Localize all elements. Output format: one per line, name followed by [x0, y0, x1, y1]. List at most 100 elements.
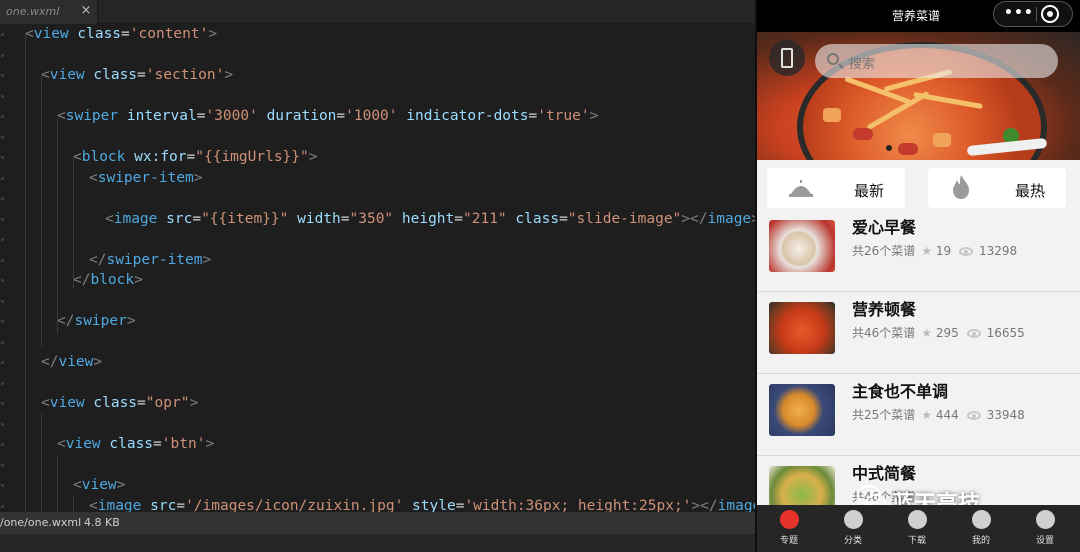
- code-line[interactable]: <view class='btn'>: [57, 434, 214, 454]
- code-line[interactable]: <block wx:for="{{imgUrls}}">: [73, 147, 317, 167]
- flame-icon: [953, 175, 969, 199]
- search-icon: [844, 510, 863, 529]
- dome-icon: [789, 180, 813, 197]
- category-title: 中式简餐: [852, 464, 917, 483]
- tab-categories[interactable]: 分类: [821, 505, 885, 552]
- list-item[interactable]: 主食也不单调 共25个菜谱 ★ 444 33948: [757, 374, 1080, 456]
- line-marker: [1, 504, 4, 508]
- tab-label: 我的: [971, 536, 990, 546]
- view-count: 33948: [986, 408, 1025, 422]
- eye-icon: [959, 247, 974, 256]
- tab-label: 分类: [843, 536, 862, 546]
- line-marker: [1, 156, 4, 159]
- capsule-divider: [1036, 7, 1037, 22]
- line-marker: [1, 94, 4, 98]
- category-title: 爱心早餐: [852, 218, 917, 237]
- search-placeholder: 搜索: [849, 57, 876, 72]
- star-count: 19: [935, 244, 952, 258]
- home-icon: [780, 510, 799, 529]
- indent-guide: [41, 414, 42, 512]
- search-input[interactable]: 搜索: [815, 44, 1058, 78]
- tab-label: 专题: [779, 536, 798, 546]
- code-area[interactable]: <view class='content'> <view class='secti…: [0, 24, 755, 512]
- soup-thumbnail: [769, 302, 835, 354]
- star-count: 444: [935, 408, 959, 422]
- recipe-count: 共25个菜谱: [852, 408, 916, 422]
- indent-guide: [57, 118, 58, 334]
- star-icon: ★: [921, 326, 933, 340]
- line-marker: [1, 217, 4, 221]
- tab-label: 最热: [1015, 182, 1046, 200]
- line-marker: [1, 279, 4, 282]
- banner-swiper[interactable]: 搜索: [757, 32, 1080, 160]
- bottom-panel-strip: [0, 534, 755, 552]
- phone-simulator: 营养菜谱 ••• 搜索 最新 最热 爱心早餐 共26个菜谱 ★ 19 13298…: [757, 0, 1080, 552]
- editor-tab-bar: one.wxml ×: [0, 0, 755, 24]
- tab-label: 下载: [907, 536, 926, 546]
- close-icon[interactable]: ×: [80, 3, 92, 19]
- line-marker: [1, 422, 4, 426]
- code-line[interactable]: <view class="opr">: [41, 393, 198, 413]
- line-marker: [1, 176, 4, 180]
- code-line[interactable]: </view>: [41, 352, 102, 372]
- star-icon: ★: [921, 244, 933, 258]
- code-line[interactable]: </swiper>: [57, 311, 136, 331]
- breakfast-thumbnail: [769, 220, 835, 272]
- tab-label: 设置: [1035, 536, 1054, 546]
- star-icon: ★: [921, 408, 933, 422]
- tab-one-wxml[interactable]: one.wxml ×: [0, 0, 98, 24]
- line-marker: [1, 320, 4, 323]
- line-marker: [1, 381, 4, 385]
- user-icon: [972, 510, 991, 529]
- list-item[interactable]: 营养顿餐 共46个菜谱 ★ 295 16655: [757, 292, 1080, 374]
- tab-topics[interactable]: 专题: [757, 505, 821, 552]
- line-marker: [1, 340, 4, 344]
- recipe-count: 共46个菜谱: [852, 326, 916, 340]
- tab-filename: one.wxml: [6, 5, 60, 18]
- line-marker: [1, 135, 4, 139]
- indent-guide: [73, 496, 74, 512]
- tab-hottest[interactable]: 最热: [928, 168, 1066, 208]
- code-line[interactable]: </block>: [73, 270, 143, 290]
- code-line[interactable]: <swiper-item>: [89, 168, 203, 188]
- target-icon[interactable]: [1041, 5, 1059, 23]
- category-meta: 共46个菜谱 ★ 295 16655: [852, 324, 1025, 341]
- list-item[interactable]: 爱心早餐 共26个菜谱 ★ 19 13298: [757, 210, 1080, 292]
- search-icon: [827, 53, 839, 65]
- indent-guide: [41, 76, 42, 346]
- tab-label: 最新: [854, 182, 885, 200]
- indent-guide: [25, 34, 26, 512]
- category-title: 营养顿餐: [852, 300, 917, 319]
- code-line[interactable]: <swiper interval='3000' duration='1000' …: [57, 106, 598, 126]
- status-bar: /one/one.wxml 4.8 KB: [0, 512, 755, 534]
- line-marker: [1, 258, 4, 262]
- tab-mine[interactable]: 我的: [949, 505, 1013, 552]
- line-marker: [1, 197, 4, 200]
- code-line[interactable]: <image src="{{item}}" width="350" height…: [105, 209, 755, 229]
- category-meta: 共25个菜谱 ★ 444 33948: [852, 406, 1025, 423]
- code-line[interactable]: </swiper-item>: [89, 250, 211, 270]
- code-line[interactable]: <view class='content'>: [25, 24, 217, 44]
- phone-icon[interactable]: [769, 40, 805, 76]
- tab-download[interactable]: 下载: [885, 505, 949, 552]
- tab-settings[interactable]: 设置: [1013, 505, 1077, 552]
- chat-icon: [1036, 510, 1055, 529]
- code-line[interactable]: <image src='/images/icon/zuixin.jpg' sty…: [89, 496, 755, 513]
- line-marker: [1, 299, 4, 303]
- line-marker: [1, 463, 4, 467]
- more-icon[interactable]: •••: [1004, 5, 1034, 21]
- code-line[interactable]: <view>: [73, 475, 125, 495]
- recipe-count: 共26个菜谱: [852, 244, 916, 258]
- bottom-tab-bar: 专题 分类 下载 我的 设置: [757, 505, 1080, 552]
- line-marker: [1, 361, 4, 364]
- eye-icon: [966, 329, 981, 338]
- tab-newest[interactable]: 最新: [767, 168, 905, 208]
- line-marker: [1, 484, 4, 487]
- file-path: /one/one.wxml: [0, 516, 82, 529]
- indicator-dot-active[interactable]: [886, 145, 892, 151]
- line-marker: [1, 238, 4, 241]
- code-editor[interactable]: one.wxml × <view class='content'> <view c…: [0, 0, 755, 552]
- eye-icon: [966, 411, 981, 420]
- file-size: 4.8 KB: [84, 516, 120, 529]
- code-line[interactable]: <view class='section'>: [41, 65, 233, 85]
